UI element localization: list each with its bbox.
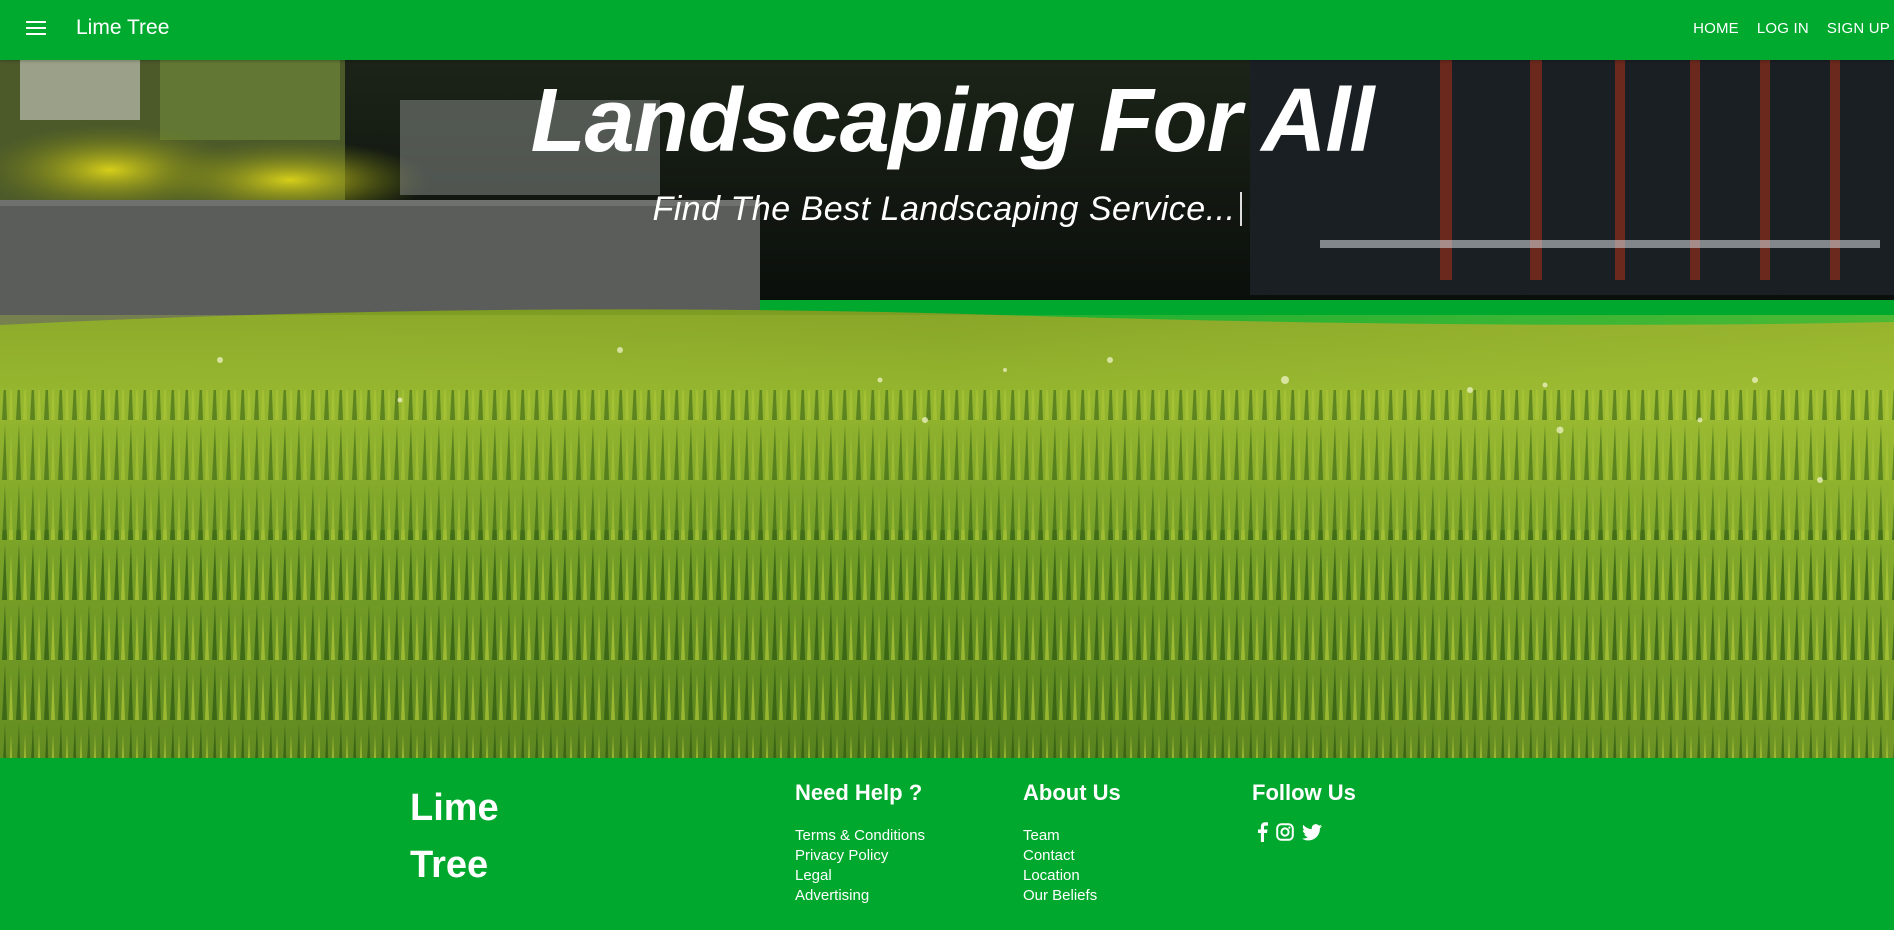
site-footer: Lime Tree Need Help ? Terms & Conditions… [0,758,1894,930]
facebook-icon[interactable] [1256,822,1268,847]
list-item: Contact [1023,846,1121,866]
list-item: Advertising [795,886,925,906]
nav-home-link[interactable]: HOME [1693,20,1739,37]
beliefs-link[interactable]: Our Beliefs [1023,887,1097,904]
social-links [1252,822,1356,847]
list-item: Team [1023,826,1121,846]
list-item: Terms & Conditions [795,826,925,846]
list-item: Our Beliefs [1023,886,1121,906]
hero-title: Landscaping For All [530,71,1375,171]
nav-links: HOME LOG IN SIGN UP [1693,20,1890,37]
footer-logo: Lime Tree [410,780,610,894]
legal-link[interactable]: Legal [795,867,832,884]
top-navbar: Lime Tree HOME LOG IN SIGN UP [0,0,1894,60]
list-item: Privacy Policy [795,846,925,866]
footer-help-list: Terms & Conditions Privacy Policy Legal … [795,826,925,906]
instagram-icon[interactable] [1276,823,1294,846]
footer-about-list: Team Contact Location Our Beliefs [1023,826,1121,906]
terms-link[interactable]: Terms & Conditions [795,827,925,844]
footer-logo-line2: Tree [410,844,489,886]
hero-banner: Landscaping For All Find The Best Landsc… [0,60,1894,758]
footer-logo-line1: Lime [410,787,499,829]
footer-help-heading: Need Help ? [795,780,923,805]
twitter-icon[interactable] [1302,823,1322,846]
privacy-link[interactable]: Privacy Policy [795,847,888,864]
brand-name[interactable]: Lime Tree [76,16,169,40]
footer-follow-column: Follow Us [1252,780,1356,847]
hero-subtitle-text: Find The Best Landscaping Service... [652,190,1236,228]
footer-about-heading: About Us [1023,780,1121,805]
advertising-link[interactable]: Advertising [795,887,869,904]
typing-caret [1239,192,1242,226]
hero-subtitle: Find The Best Landscaping Service... [0,190,1894,229]
list-item: Location [1023,866,1121,886]
footer-help-column: Need Help ? Terms & Conditions Privacy P… [795,780,925,906]
team-link[interactable]: Team [1023,827,1060,844]
nav-login-link[interactable]: LOG IN [1757,20,1809,37]
footer-follow-heading: Follow Us [1252,780,1356,805]
nav-signup-link[interactable]: SIGN UP [1827,20,1890,37]
footer-about-column: About Us Team Contact Location Our Belie… [1023,780,1121,906]
contact-link[interactable]: Contact [1023,847,1075,864]
list-item: Legal [795,866,925,886]
hamburger-menu-icon[interactable] [26,20,46,36]
location-link[interactable]: Location [1023,867,1080,884]
